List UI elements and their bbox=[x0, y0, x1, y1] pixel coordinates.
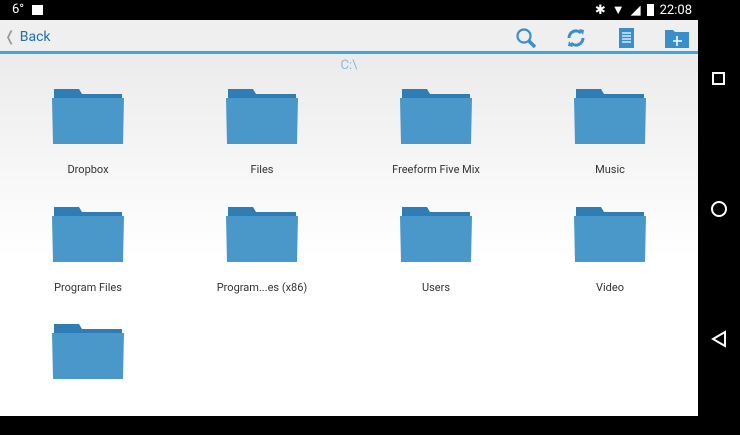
current-path: C:\ bbox=[340, 58, 358, 73]
temperature: 6° bbox=[12, 2, 25, 17]
signal-icon: ◢ bbox=[630, 2, 641, 18]
folder-label: Program...es (x86) bbox=[216, 280, 308, 294]
status-bar: 6° ✱ ▼ ◢ 22:08 bbox=[0, 0, 740, 20]
battery-icon bbox=[646, 4, 654, 16]
image-icon bbox=[32, 4, 44, 15]
folder-label: Dropbox bbox=[67, 163, 109, 176]
folder-item[interactable]: Users bbox=[349, 200, 523, 318]
folder-icon bbox=[52, 324, 124, 379]
folder-item[interactable]: Video bbox=[523, 200, 697, 318]
folder-item[interactable]: Files bbox=[175, 82, 349, 200]
back-label: Back bbox=[19, 29, 51, 45]
folder-label: Freeform Five Mix bbox=[392, 163, 480, 176]
folder-item[interactable]: Program...es (x86) bbox=[175, 200, 349, 318]
folder-icon bbox=[574, 206, 646, 262]
folder-icon bbox=[226, 206, 298, 262]
folder-item[interactable]: Music bbox=[523, 82, 697, 200]
list-view-icon[interactable] bbox=[614, 26, 638, 50]
folder-icon bbox=[52, 89, 124, 144]
navigation-bar bbox=[698, 20, 740, 416]
folder-item[interactable]: Program Files bbox=[1, 200, 175, 318]
folder-label: Music bbox=[595, 163, 625, 176]
folder-label: Video bbox=[596, 280, 624, 294]
clock: 22:08 bbox=[659, 2, 692, 18]
back-button[interactable]: ❬ Back bbox=[4, 29, 51, 45]
folder-icon bbox=[226, 89, 298, 144]
home-button[interactable] bbox=[711, 201, 727, 217]
folder-item[interactable] bbox=[1, 317, 175, 435]
refresh-icon[interactable] bbox=[564, 26, 588, 50]
bluetooth-icon: ✱ bbox=[594, 2, 606, 18]
new-folder-icon[interactable] bbox=[664, 26, 689, 50]
recents-button[interactable] bbox=[712, 72, 725, 85]
folder-icon bbox=[400, 89, 472, 144]
folder-item[interactable]: Dropbox bbox=[1, 82, 175, 200]
folder-icon bbox=[52, 206, 124, 262]
folder-icon bbox=[574, 89, 646, 144]
toolbar: ❬ Back bbox=[0, 20, 698, 54]
file-browser: ❬ Back C:\ Dropbox Files Freeform Five Mix M… bbox=[0, 20, 698, 416]
back-nav-button[interactable] bbox=[711, 330, 727, 352]
folder-label: Users bbox=[421, 280, 451, 294]
chevron-left-icon: ❬ bbox=[4, 29, 16, 45]
wifi-icon: ▼ bbox=[611, 3, 625, 18]
folder-grid: Dropbox Files Freeform Five Mix Music Progra… bbox=[0, 82, 698, 435]
search-icon[interactable] bbox=[514, 26, 538, 50]
folder-label: Files bbox=[250, 163, 274, 176]
folder-item[interactable]: Freeform Five Mix bbox=[349, 82, 523, 200]
folder-label: Program Files bbox=[54, 280, 122, 294]
folder-icon bbox=[400, 206, 472, 262]
